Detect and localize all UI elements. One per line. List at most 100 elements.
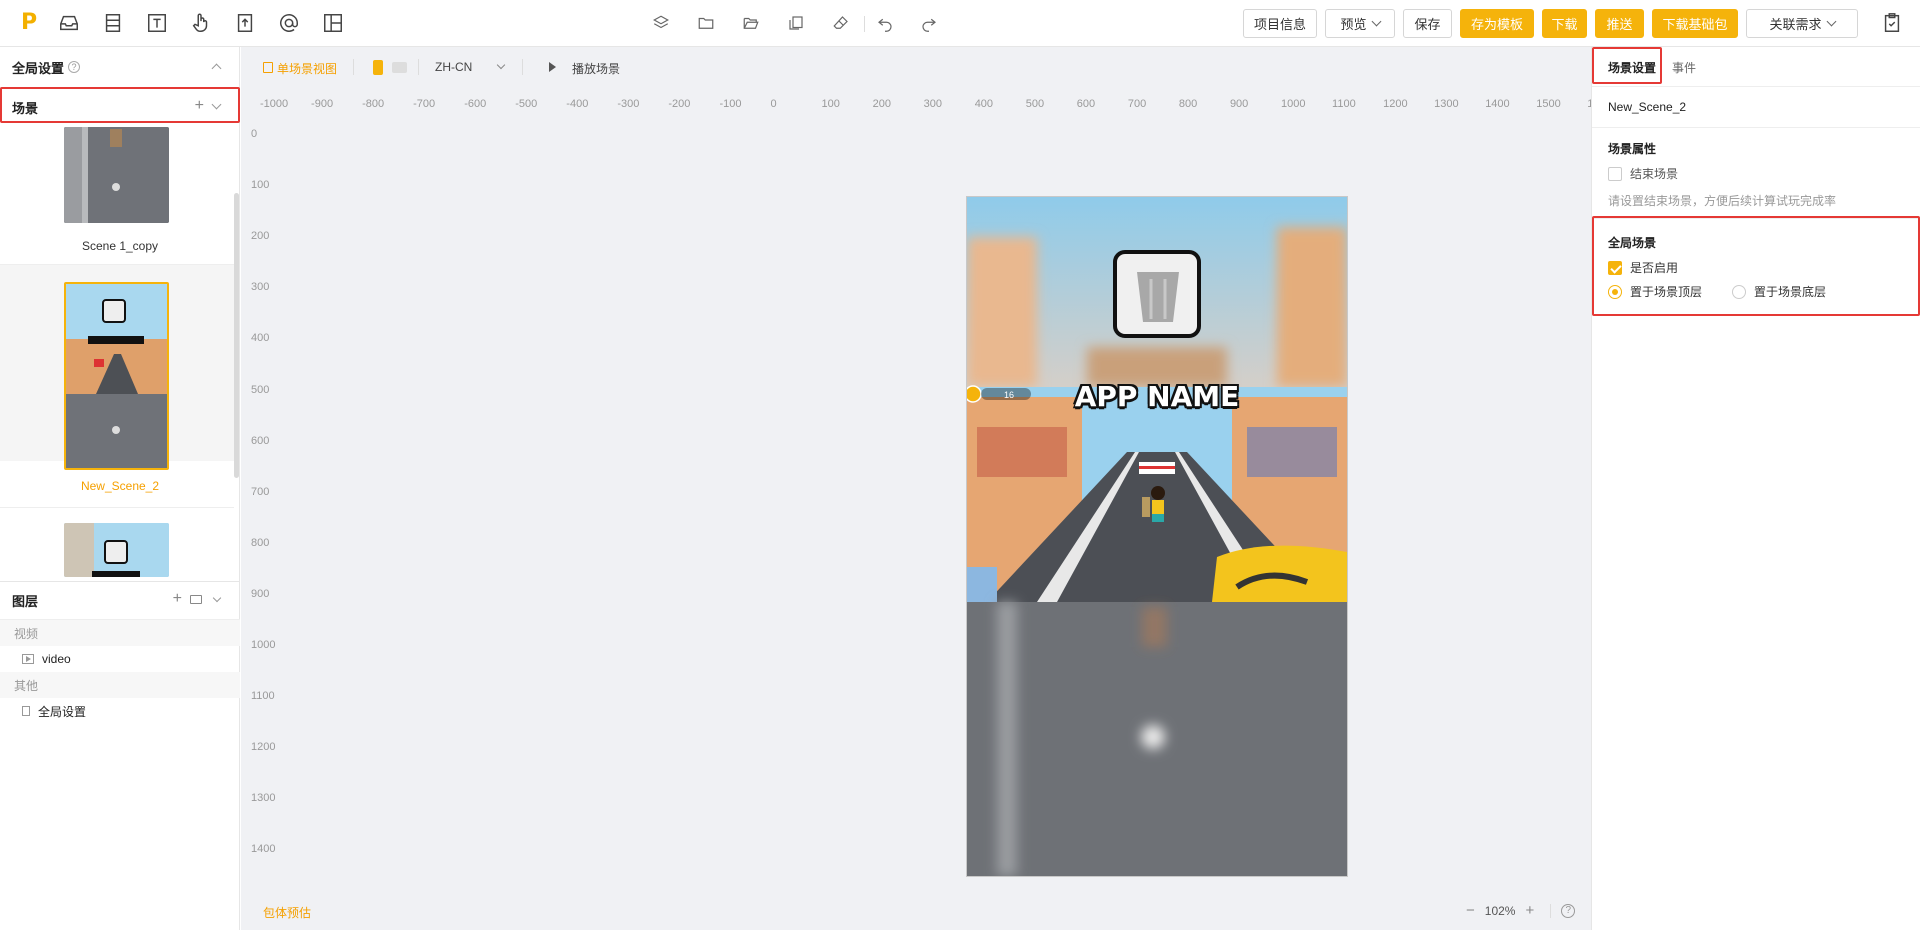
- undo-icon[interactable]: [876, 14, 894, 32]
- zoom-in-icon[interactable]: +: [1525, 902, 1534, 919]
- scenes-scrollbar[interactable]: [234, 193, 239, 478]
- counter-icon[interactable]: [234, 12, 256, 34]
- layer-label: 全局设置: [38, 704, 87, 719]
- chevron-down-icon: [1826, 16, 1836, 27]
- left-panel: 全局设置 ? 场景 + Scene 1_copy New_Scene_2 图层 …: [0, 47, 240, 930]
- end-scene-checkbox-row[interactable]: 结束场景: [1608, 165, 1678, 182]
- ruler-tick-label: -1000: [260, 98, 289, 110]
- language-select[interactable]: ZH-CN: [435, 60, 472, 74]
- related-requirements-dropdown[interactable]: 关联需求: [1746, 9, 1858, 38]
- ruler-tick-label: 200: [872, 98, 891, 110]
- ruler-tick-label: 1200: [1383, 98, 1408, 110]
- radio-place-bottom[interactable]: [1732, 284, 1746, 299]
- project-info-button[interactable]: 项目信息: [1243, 9, 1317, 38]
- scene-properties-title: 场景属性: [1608, 142, 1657, 156]
- layer-item-global-settings[interactable]: 全局设置: [0, 698, 240, 724]
- play-scene-button[interactable]: 播放场景: [572, 60, 620, 77]
- folder-icon[interactable]: [697, 14, 715, 32]
- text-icon[interactable]: [146, 12, 168, 34]
- preview-label: 预览: [1340, 17, 1367, 32]
- ruler-tick-label: -800: [362, 98, 385, 110]
- ruler-tick-label: 700: [251, 485, 270, 498]
- inbox-icon[interactable]: [58, 12, 80, 34]
- layer-label: video: [42, 652, 71, 666]
- enable-checkbox[interactable]: [1608, 260, 1622, 275]
- ruler-tick-label: 900: [1229, 98, 1249, 110]
- ruler-tick-label: 700: [1127, 98, 1147, 110]
- ruler-tick-label: 200: [251, 230, 270, 243]
- ruler-tick-label: 1300: [251, 792, 276, 805]
- preview-dropdown[interactable]: 预览: [1325, 9, 1395, 38]
- layers-icon[interactable]: [652, 14, 670, 32]
- ruler-tick-label: -400: [566, 98, 589, 110]
- single-scene-view-tab[interactable]: 单场景视图: [277, 60, 337, 77]
- chevron-up-icon[interactable]: [211, 63, 222, 74]
- scene-preview-canvas[interactable]: APP NAME 16: [966, 196, 1348, 877]
- ruler-tick-label: 500: [251, 383, 270, 396]
- scene-name-1[interactable]: Scene 1_copy: [0, 239, 240, 253]
- hand-pointer-icon[interactable]: [190, 12, 212, 34]
- clipboard-check-icon[interactable]: [1881, 12, 1903, 34]
- app-logo[interactable]: P: [16, 10, 42, 36]
- ruler-tick-label: 1500: [1536, 98, 1561, 110]
- save-template-button[interactable]: 存为模板: [1460, 9, 1534, 38]
- scenes-highlight-box: [0, 87, 240, 123]
- radio-top-row[interactable]: 置于场景顶层: [1608, 283, 1702, 300]
- play-icon[interactable]: [549, 62, 557, 72]
- orientation-landscape-icon[interactable]: [392, 62, 407, 73]
- ruler-tick-label: 400: [974, 98, 994, 110]
- ruler-tick-label: 100: [251, 179, 270, 192]
- folder-icon[interactable]: [190, 595, 202, 604]
- at-mention-icon[interactable]: [278, 12, 300, 34]
- chevron-down-icon: [1371, 16, 1381, 27]
- help-icon[interactable]: ?: [1561, 903, 1576, 918]
- scene-name-2[interactable]: New_Scene_2: [0, 479, 240, 493]
- add-layer-icon[interactable]: +: [173, 590, 182, 608]
- scene-thumbnail-3[interactable]: [64, 523, 169, 577]
- radio-top-label: 置于场景顶层: [1630, 285, 1703, 299]
- enable-checkbox-row[interactable]: 是否启用: [1608, 259, 1678, 276]
- end-scene-checkbox[interactable]: [1608, 166, 1622, 181]
- vertical-ruler: 0 100 200 300 400 500 600 700 800 900 1000 1100 1200…: [241, 117, 281, 917]
- eraser-icon[interactable]: [832, 14, 850, 32]
- zoom-out-icon[interactable]: −: [1466, 902, 1475, 919]
- push-button[interactable]: 推送: [1595, 9, 1644, 38]
- scene-name-value: New_Scene_2: [1608, 100, 1687, 114]
- radio-place-top[interactable]: [1608, 284, 1622, 299]
- download-base-package-button[interactable]: 下载基础包: [1652, 9, 1738, 38]
- game-scene-image: [967, 197, 1347, 876]
- global-settings-title: 全局设置: [12, 60, 65, 76]
- ruler-tick-label: 900: [251, 587, 270, 600]
- ruler-tick-label: 100: [821, 98, 840, 110]
- package-size-estimate-link[interactable]: 包体预估: [263, 904, 311, 921]
- chevron-down-icon[interactable]: [212, 593, 222, 603]
- ruler-tick-label: 1000: [1281, 98, 1306, 110]
- layers-header[interactable]: 图层 +: [0, 581, 240, 619]
- folder-open-icon[interactable]: [742, 14, 760, 32]
- redo-icon[interactable]: [920, 14, 938, 32]
- ruler-tick-label: 0: [251, 128, 258, 140]
- video-icon: [22, 654, 34, 664]
- layout-panels-icon[interactable]: [322, 12, 344, 34]
- global-settings-header[interactable]: 全局设置 ?: [0, 47, 240, 87]
- ruler-tick-label: 1300: [1434, 98, 1459, 110]
- layer-group-video[interactable]: 视频: [0, 620, 240, 646]
- radio-bottom-row[interactable]: 置于场景底层: [1732, 283, 1826, 300]
- help-icon[interactable]: ?: [68, 61, 81, 73]
- layer-group-other[interactable]: 其他: [0, 672, 240, 698]
- save-button[interactable]: 保存: [1403, 9, 1452, 38]
- ruler-tick-label: -600: [464, 98, 487, 110]
- ruler-tick-label: 1100: [1332, 98, 1356, 110]
- download-button[interactable]: 下载: [1542, 9, 1587, 38]
- scene-thumbnail-1[interactable]: [64, 127, 169, 223]
- layout-list-icon[interactable]: [102, 12, 124, 34]
- ruler-tick-label: 400: [251, 332, 270, 345]
- orientation-portrait-icon[interactable]: [373, 60, 383, 75]
- layer-item-video[interactable]: video: [0, 646, 240, 672]
- divider: [1550, 903, 1552, 918]
- copy-icon[interactable]: [787, 14, 805, 32]
- chevron-down-icon[interactable]: [496, 60, 506, 70]
- ruler-tick-label: 1400: [1485, 98, 1510, 110]
- scene-thumbnail-2[interactable]: [64, 282, 169, 470]
- tab-events[interactable]: 事件: [1672, 59, 1696, 76]
